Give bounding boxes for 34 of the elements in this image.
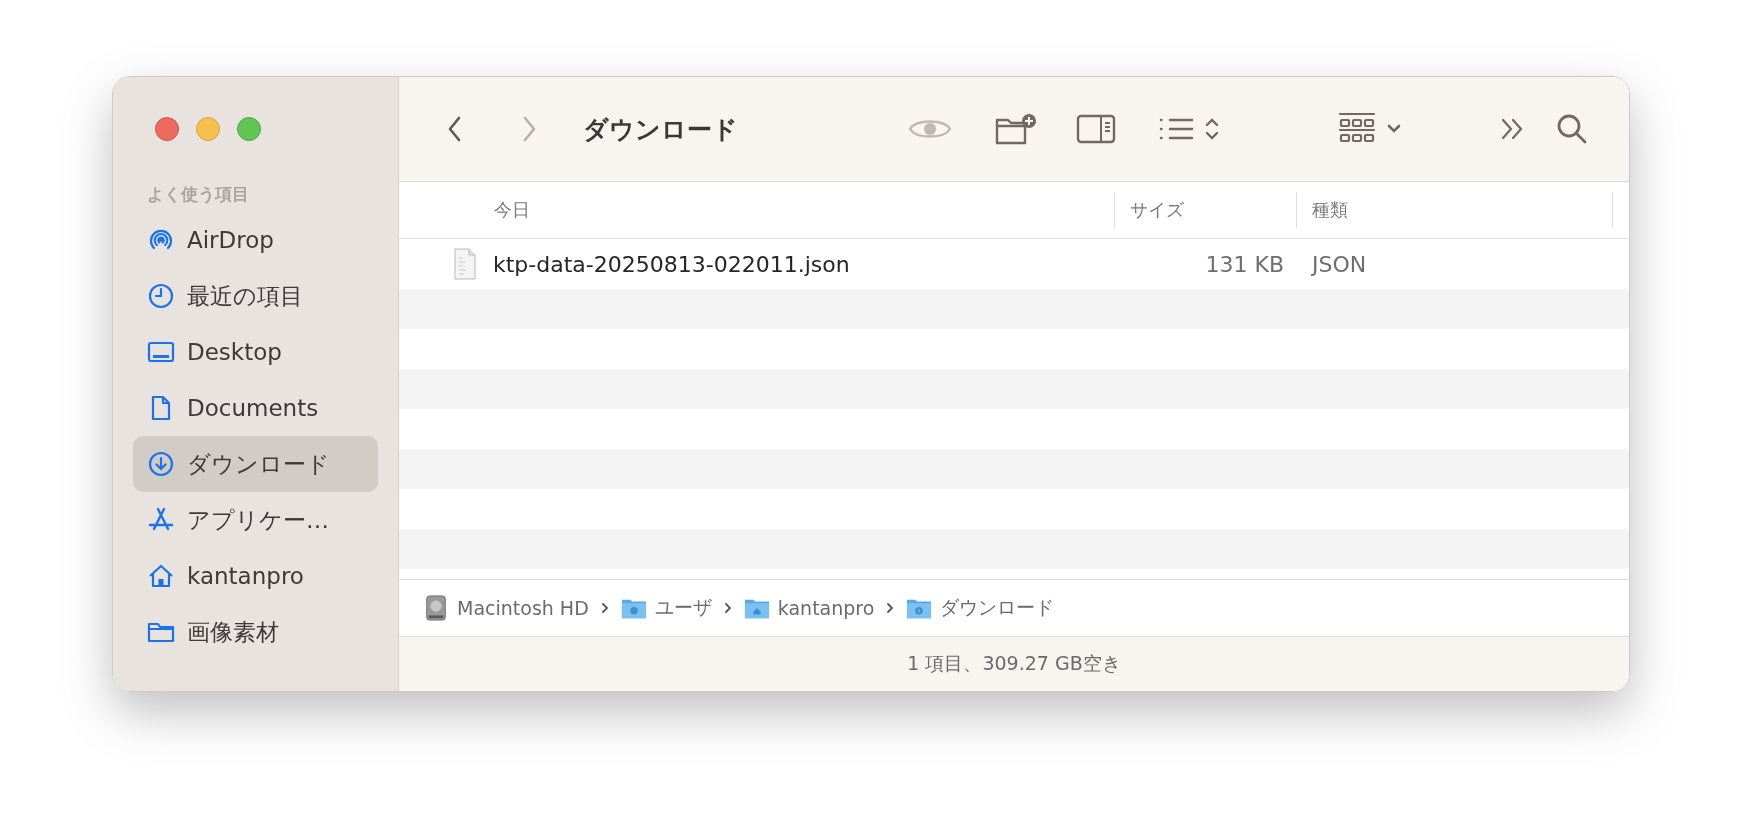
sidebar-item[interactable]: 最近の項目 bbox=[133, 268, 378, 324]
chevron-icon bbox=[600, 602, 609, 614]
window-title: ダウンロード bbox=[583, 113, 739, 146]
download-icon bbox=[147, 450, 175, 478]
column-header[interactable]: 今日 bbox=[399, 192, 1115, 228]
sidebar-item[interactable]: AirDrop bbox=[133, 212, 378, 268]
new-folder-button[interactable] bbox=[994, 112, 1038, 146]
sidebar-item[interactable]: 画像素材 bbox=[133, 604, 378, 660]
search-button[interactable] bbox=[1556, 113, 1588, 145]
close-button[interactable] bbox=[155, 117, 179, 141]
chevron-icon bbox=[723, 602, 732, 614]
sidebar-item[interactable]: ダウンロード bbox=[133, 436, 378, 492]
sidebar-item[interactable]: Desktop bbox=[133, 324, 378, 380]
file-kind: JSON bbox=[1312, 251, 1367, 277]
column-header[interactable]: 種類 bbox=[1297, 192, 1613, 228]
path-item[interactable]: ダウンロード bbox=[906, 595, 1055, 621]
sidebar-item[interactable]: アプリケー… bbox=[133, 492, 378, 548]
hard-drive-icon bbox=[423, 595, 449, 621]
chevron-icon bbox=[886, 602, 895, 614]
file-name: ktp-data-20250813-022011.json bbox=[493, 251, 851, 277]
file-size: 131 KB bbox=[1204, 251, 1284, 277]
path-item[interactable]: kantanpro bbox=[743, 595, 875, 621]
column-header[interactable]: サイズ bbox=[1115, 192, 1297, 228]
sidebar-toggle-button[interactable] bbox=[1076, 114, 1116, 144]
path-item[interactable]: Macintosh HD bbox=[423, 595, 589, 621]
file-icon bbox=[453, 248, 477, 280]
file-row[interactable]: ktp-data-20250813-022011.json 131 KB JSON bbox=[399, 239, 1629, 289]
path-item[interactable]: ユーザ bbox=[620, 595, 712, 621]
sidebar-item[interactable]: kantanpro bbox=[133, 548, 378, 604]
sidebar-section-label: よく使う項目 bbox=[146, 183, 250, 206]
clock-icon bbox=[147, 282, 175, 310]
home-icon bbox=[147, 562, 175, 590]
status-bar: 1 項目、309.27 GB空き bbox=[399, 637, 1629, 691]
sidebar-item[interactable]: Documents bbox=[133, 380, 378, 436]
